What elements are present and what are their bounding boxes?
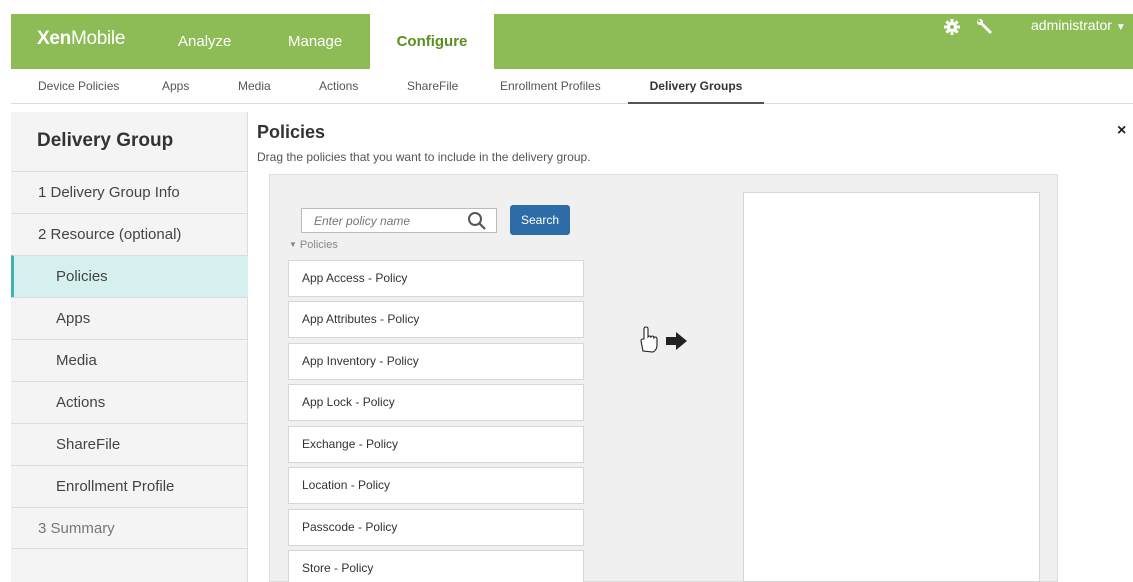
- search-icon[interactable]: [467, 211, 487, 231]
- chevron-down-icon: ▼: [1115, 22, 1126, 33]
- nav-manage[interactable]: Manage: [288, 14, 342, 69]
- nav-configure[interactable]: Configure: [370, 14, 494, 69]
- step-delivery-group-info[interactable]: 1 Delivery Group Info: [11, 171, 248, 213]
- step-resource[interactable]: 2 Resource (optional): [11, 213, 248, 255]
- panel-title: Delivery Group: [37, 130, 174, 151]
- step-actions[interactable]: Actions: [11, 381, 248, 423]
- step-sharefile[interactable]: ShareFile: [11, 423, 248, 465]
- selected-policies-dropzone[interactable]: [743, 192, 1040, 582]
- policy-search-box: [301, 208, 497, 233]
- subnav-delivery-groups[interactable]: Delivery Groups: [628, 69, 764, 104]
- wizard-steps-panel: Delivery Group 1 Delivery Group Info 2 R…: [11, 112, 248, 582]
- policy-item[interactable]: Location - Policy: [288, 467, 584, 504]
- configure-subnav: Device Policies Apps Media Actions Share…: [11, 69, 1133, 104]
- close-icon[interactable]: ×: [1117, 122, 1126, 140]
- policy-item[interactable]: Store - Policy: [288, 550, 584, 582]
- policy-item[interactable]: App Inventory - Policy: [288, 343, 584, 380]
- step-enrollment-profile[interactable]: Enrollment Profile: [11, 465, 248, 507]
- gear-icon[interactable]: [943, 18, 961, 36]
- policy-item[interactable]: Exchange - Policy: [288, 426, 584, 463]
- policies-group-toggle[interactable]: ▼ Policies: [289, 239, 338, 251]
- subnav-enrollment-profiles[interactable]: Enrollment Profiles: [500, 69, 601, 104]
- subnav-sharefile[interactable]: ShareFile: [407, 69, 458, 104]
- step-media[interactable]: Media: [11, 339, 248, 381]
- nav-analyze[interactable]: Analyze: [178, 14, 231, 69]
- page-subtitle: Drag the policies that you want to inclu…: [257, 150, 591, 164]
- policy-item[interactable]: App Attributes - Policy: [288, 301, 584, 338]
- policy-search-input[interactable]: [302, 209, 462, 232]
- page-title: Policies: [257, 122, 326, 142]
- subnav-device-policies[interactable]: Device Policies: [38, 69, 119, 104]
- top-navigation-bar: XenMobile Analyze Manage Configure: [11, 14, 1133, 69]
- policy-item[interactable]: Passcode - Policy: [288, 509, 584, 546]
- caret-down-icon: ▼: [289, 240, 297, 249]
- search-button[interactable]: Search: [510, 205, 570, 235]
- xenmobile-logo[interactable]: XenMobile: [37, 28, 125, 50]
- subnav-actions[interactable]: Actions: [319, 69, 358, 104]
- policy-item[interactable]: App Access - Policy: [288, 260, 584, 297]
- wrench-icon[interactable]: [976, 18, 994, 36]
- user-menu[interactable]: administrator ▼: [1031, 0, 1126, 55]
- policy-item[interactable]: App Lock - Policy: [288, 384, 584, 421]
- step-summary[interactable]: 3 Summary: [11, 507, 248, 549]
- username: administrator: [1031, 17, 1112, 33]
- subnav-apps[interactable]: Apps: [162, 69, 189, 104]
- subnav-media[interactable]: Media: [238, 69, 271, 104]
- step-apps[interactable]: Apps: [11, 297, 248, 339]
- step-policies[interactable]: Policies: [11, 255, 248, 297]
- drag-arrow-icon: [640, 326, 687, 353]
